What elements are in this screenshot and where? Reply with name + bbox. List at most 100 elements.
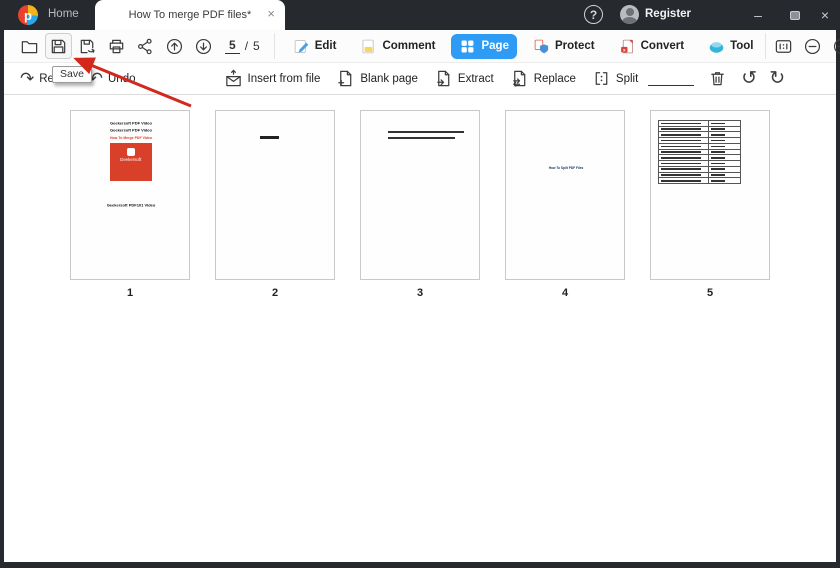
page-content-bar: [388, 131, 464, 134]
avatar-body: [622, 17, 637, 24]
maximize-button[interactable]: [782, 4, 808, 26]
save-as-button[interactable]: [74, 33, 101, 59]
underline-field[interactable]: [648, 72, 695, 86]
insert-from-file-label: Insert from file: [247, 72, 321, 85]
page-canvas[interactable]: [360, 110, 480, 280]
page-thumbnail[interactable]: 3: [360, 110, 480, 299]
blank-page-label: Blank page: [360, 72, 418, 85]
fit-page-icon: [776, 39, 792, 53]
tab-comment[interactable]: Comment: [352, 34, 443, 59]
main-toolbar: 5 / 5 Edit Comment Page Protect x Conver…: [4, 30, 840, 63]
share-button[interactable]: [132, 33, 159, 59]
redo-icon: ↷: [20, 69, 35, 88]
minimize-button[interactable]: –: [745, 4, 771, 26]
save-icon: [51, 39, 66, 53]
page-logo-text: Geekersoft: [120, 157, 142, 162]
tab-title: How To merge PDF files*: [128, 9, 252, 21]
undo-button[interactable]: ↶ Undo: [89, 70, 136, 87]
arrow-down-circle-icon: [195, 38, 212, 54]
page-number-label: 1: [126, 287, 134, 299]
page-number-label: 4: [561, 287, 569, 299]
print-button[interactable]: [103, 33, 130, 59]
toolbar-divider: [273, 33, 275, 59]
page-number-label: 5: [706, 287, 714, 299]
save-tooltip: Save: [52, 66, 92, 83]
tab-convert[interactable]: x Convert: [611, 34, 692, 59]
title-bar: p Home How To merge PDF files* × ? Regis…: [0, 0, 840, 30]
page-canvas[interactable]: How To Split PDF Files: [505, 110, 625, 280]
tab-tool[interactable]: Tool: [700, 34, 761, 59]
tab-page-label: Page: [481, 40, 509, 52]
page-content-text: Geekersoft PDF Video: [110, 121, 152, 126]
page-logo-glyph: [127, 148, 135, 156]
tab-protect[interactable]: Protect: [525, 34, 603, 59]
document-tab[interactable]: How To merge PDF files* ×: [95, 0, 285, 30]
register-button[interactable]: Register: [645, 8, 691, 20]
page-content-text: How To Split PDF Files: [548, 166, 584, 170]
app-body: 5 / 5 Edit Comment Page Protect x Conver…: [4, 30, 840, 562]
tab-convert-label: Convert: [640, 40, 685, 52]
tab-comment-label: Comment: [382, 40, 436, 52]
current-page-field[interactable]: 5: [225, 38, 240, 54]
app-window: p Home How To merge PDF files* × ? Regis…: [0, 0, 840, 568]
extract-label: Extract: [457, 72, 494, 85]
split-icon: [595, 72, 608, 85]
edit-pencil-icon: [294, 39, 309, 53]
page-content-text: Geekersoft PDF Video: [110, 128, 152, 133]
thumbnail-row: Geekersoft PDF Video Geekersoft PDF Video…: [4, 95, 836, 299]
tab-edit[interactable]: Edit: [285, 34, 345, 59]
tool-icon: [709, 41, 724, 53]
page-content-bar: [388, 137, 455, 140]
zoom-out-icon: [805, 38, 821, 54]
blank-page-icon: [338, 70, 352, 87]
page-canvas[interactable]: [215, 110, 335, 280]
view-tools: T: [761, 33, 840, 59]
zoom-in-button[interactable]: [828, 33, 840, 59]
total-pages: 5: [253, 39, 260, 53]
page-indicator: 5 / 5: [225, 38, 260, 54]
page-content-text: How To Merge PDF Video: [109, 136, 153, 140]
page-thumbnail[interactable]: How To Split PDF Files 4: [505, 110, 625, 299]
split-button[interactable]: Split: [592, 69, 638, 88]
zoom-in-icon: [834, 38, 840, 54]
rotate-right-button[interactable]: ↻: [769, 69, 785, 88]
page-thumbnail[interactable]: 2: [215, 110, 335, 299]
save-as-icon: [80, 39, 95, 53]
delete-page-button[interactable]: [708, 69, 727, 88]
page-content-bar: [260, 136, 279, 139]
page-down-button[interactable]: [190, 33, 217, 59]
convert-icon: x: [620, 39, 633, 53]
tab-close-icon[interactable]: ×: [267, 7, 275, 21]
app-logo-icon[interactable]: p: [18, 5, 38, 25]
tab-page[interactable]: Page: [451, 33, 517, 59]
blank-page-button[interactable]: Blank page: [336, 69, 418, 88]
rotate-right-icon: ↻: [769, 68, 786, 89]
page-canvas[interactable]: [650, 110, 770, 280]
help-icon[interactable]: ?: [584, 5, 603, 24]
insert-from-file-button[interactable]: Insert from file: [224, 69, 321, 88]
close-button[interactable]: ×: [812, 4, 838, 26]
page-thumbnail[interactable]: 5: [650, 110, 770, 299]
protect-shield-icon: [534, 39, 549, 53]
extract-button[interactable]: Extract: [434, 69, 494, 88]
undo-label: Undo: [108, 72, 136, 85]
page-separator: /: [244, 39, 249, 53]
home-button[interactable]: Home: [48, 8, 79, 20]
zoom-out-button[interactable]: [799, 33, 826, 59]
maximize-icon: [790, 10, 800, 20]
page-canvas[interactable]: Geekersoft PDF Video Geekersoft PDF Video…: [70, 110, 190, 280]
rotate-left-button[interactable]: ↺: [741, 69, 757, 88]
page-up-button[interactable]: [161, 33, 188, 59]
save-button[interactable]: [45, 33, 72, 59]
page-tools-toolbar: ↷ Redo ↶ Undo Insert from file Blank pag…: [4, 63, 836, 95]
page-grid-icon: [462, 40, 474, 52]
rotate-left-icon: ↺: [741, 68, 758, 89]
replace-button[interactable]: Replace: [510, 69, 576, 88]
page-content-text: Geekersoft PDF101 Video: [106, 203, 156, 208]
document-canvas: Geekersoft PDF Video Geekersoft PDF Video…: [4, 95, 836, 561]
share-icon: [138, 38, 152, 54]
fit-page-button[interactable]: [770, 33, 797, 59]
page-thumbnail[interactable]: Geekersoft PDF Video Geekersoft PDF Video…: [70, 110, 190, 299]
user-avatar-icon[interactable]: [620, 5, 639, 24]
open-file-button[interactable]: [16, 33, 43, 59]
